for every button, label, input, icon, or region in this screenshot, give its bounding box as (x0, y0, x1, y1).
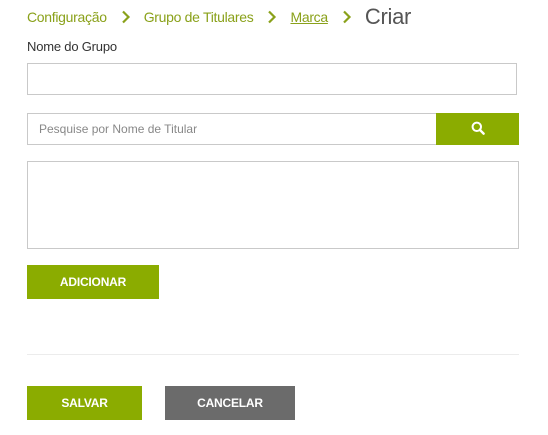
chevron-right-icon (265, 10, 279, 24)
add-button[interactable]: ADICIONAR (27, 265, 159, 299)
divider (27, 354, 519, 355)
page-title: Criar (364, 4, 412, 29)
chevron-right-icon (340, 10, 354, 24)
page: Configuração Grupo de Titulares Marca Cr… (0, 0, 548, 435)
breadcrumb-item-marca[interactable]: Marca (290, 9, 328, 25)
breadcrumb-item-configuracao[interactable]: Configuração (27, 9, 107, 25)
search-icon (471, 121, 485, 138)
group-name-label: Nome do Grupo (27, 39, 117, 54)
breadcrumb: Configuração Grupo de Titulares Marca Cr… (27, 2, 411, 32)
cancel-button[interactable]: CANCELAR (165, 386, 295, 420)
search-holder-input[interactable] (27, 113, 436, 145)
search-button[interactable] (436, 113, 519, 145)
group-name-input[interactable] (27, 63, 517, 95)
save-button[interactable]: SALVAR (27, 386, 142, 420)
breadcrumb-item-grupo-de-titulares[interactable]: Grupo de Titulares (144, 9, 254, 25)
chevron-right-icon (119, 10, 133, 24)
selected-holders-list[interactable] (27, 161, 519, 249)
